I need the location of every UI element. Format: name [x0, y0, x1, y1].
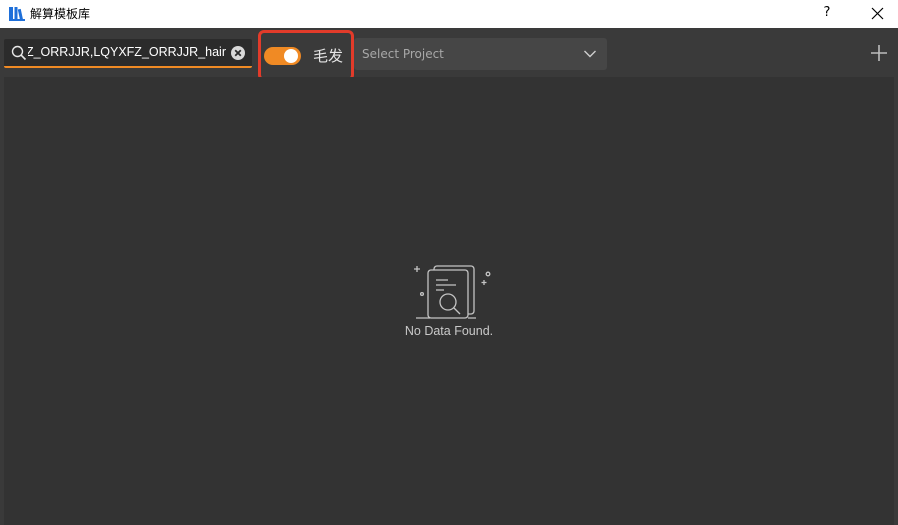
template-library-window: 解算模板库 ? 毛发 Select Proje — [0, 0, 898, 525]
search-box[interactable] — [4, 39, 252, 68]
empty-state-message: No Data Found. — [404, 324, 494, 338]
add-icon[interactable] — [870, 44, 888, 62]
no-data-icon — [414, 265, 491, 319]
toolbar: 毛发 Select Project — [0, 28, 898, 81]
close-icon — [871, 7, 883, 20]
template-list-area: No Data Found. — [4, 77, 894, 525]
help-button[interactable]: ? — [812, 0, 842, 28]
title-bar: 解算模板库 ? — [0, 0, 898, 28]
close-button[interactable] — [862, 0, 892, 28]
toggle-knob — [284, 49, 298, 63]
project-select-placeholder: Select Project — [362, 47, 444, 61]
search-input[interactable] — [28, 42, 226, 62]
clear-search-icon[interactable] — [230, 45, 246, 61]
app-icon — [9, 7, 25, 22]
hair-toggle-group: 毛发 — [258, 30, 354, 81]
hair-toggle-switch[interactable] — [264, 47, 301, 65]
window-title: 解算模板库 — [30, 7, 91, 21]
chevron-down-icon — [584, 50, 596, 58]
search-icon — [11, 45, 27, 61]
hair-toggle-label: 毛发 — [313, 47, 344, 65]
project-select[interactable]: Select Project — [354, 38, 607, 70]
